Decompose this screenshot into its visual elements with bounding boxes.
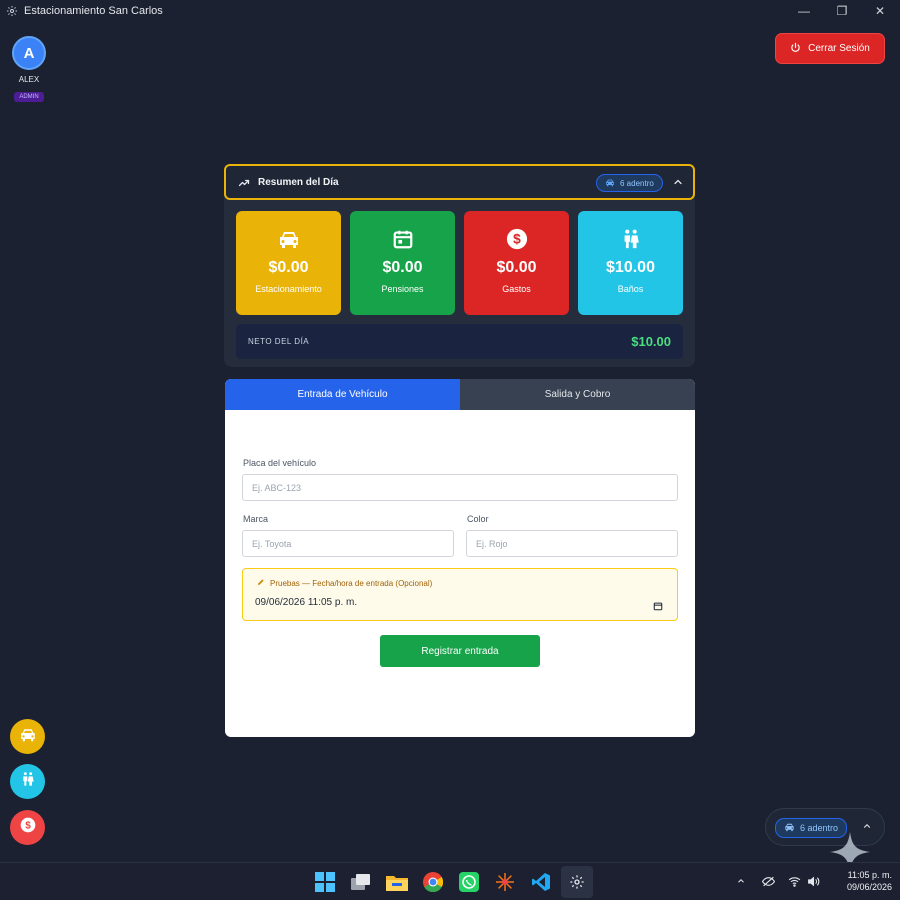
current-app-icon[interactable]: [566, 871, 588, 893]
close-button[interactable]: ✕: [862, 0, 898, 22]
task-view-icon[interactable]: [350, 871, 372, 893]
clock-time: 11:05 p. m.: [847, 870, 892, 880]
restroom-icon: [619, 227, 643, 251]
car-icon: [19, 727, 37, 747]
net-value: $10.00: [631, 334, 671, 349]
card-pensions[interactable]: $0.00 Pensiones: [350, 211, 455, 315]
wifi-icon[interactable]: [788, 876, 801, 890]
card-label: Estacionamiento: [255, 284, 322, 294]
card-label: Pensiones: [381, 284, 424, 294]
net-label: NETO DEL DÍA: [248, 337, 310, 346]
color-label: Color: [467, 514, 489, 524]
test-datetime-label: Pruebas — Fecha/hora de entrada (Opciona…: [270, 578, 433, 588]
clock-date: 09/06/2026: [846, 882, 892, 892]
tab-exit-and-charge[interactable]: Salida y Cobro: [460, 379, 695, 410]
brand-input[interactable]: [242, 530, 454, 557]
hidden-eye-icon[interactable]: [761, 876, 776, 890]
avatar[interactable]: A: [12, 36, 46, 70]
logout-button[interactable]: Cerrar Sesión: [776, 34, 884, 63]
pencil-icon: [257, 578, 265, 588]
summary-title: Resumen del Día: [258, 176, 339, 188]
burst-app-icon[interactable]: [494, 871, 516, 893]
file-explorer-icon[interactable]: [386, 871, 408, 893]
svg-text:$: $: [25, 820, 31, 831]
car-icon: [784, 822, 795, 834]
calendar-icon: [391, 227, 415, 251]
car-icon: [605, 178, 615, 189]
vehicle-form-panel: Entrada de Vehículo Salida y Cobro Placa…: [225, 379, 695, 737]
window-title: Estacionamiento San Carlos: [24, 5, 163, 17]
car-icon: [277, 227, 301, 251]
daily-summary-panel: Resumen del Día 6 adentro $0.00 Estacion…: [224, 164, 695, 367]
inside-count-badge: 6 adentro: [596, 174, 663, 192]
windows-start-icon[interactable]: [314, 871, 336, 893]
quick-restroom-button[interactable]: [10, 764, 45, 799]
trend-up-icon: [238, 176, 250, 188]
quick-expense-button[interactable]: $: [10, 810, 45, 845]
plate-label: Placa del vehículo: [243, 458, 317, 468]
inside-count-label: 6 adentro: [620, 178, 654, 188]
card-amount: $0.00: [268, 259, 309, 276]
summary-header[interactable]: Resumen del Día 6 adentro: [224, 164, 695, 200]
minimize-button[interactable]: —: [786, 0, 822, 22]
taskbar: 11:05 p. m. 09/06/2026: [0, 862, 900, 900]
power-icon: [790, 42, 801, 56]
restroom-icon: [20, 771, 36, 792]
svg-text:$: $: [513, 232, 521, 247]
tab-vehicle-entry[interactable]: Entrada de Vehículo: [225, 379, 460, 410]
whatsapp-icon[interactable]: [458, 871, 480, 893]
test-datetime-label-row: Pruebas — Fecha/hora de entrada (Opciona…: [257, 578, 432, 588]
brand-label: Marca: [243, 514, 269, 524]
test-datetime-input[interactable]: 09/06/2026 11:05 p. m.: [255, 597, 357, 608]
role-badge: ADMIN: [14, 92, 44, 102]
user-name: ALEX: [18, 75, 40, 84]
dollar-icon: $: [505, 227, 529, 251]
card-expenses[interactable]: $ $0.00 Gastos: [464, 211, 569, 315]
quick-parking-button[interactable]: [10, 719, 45, 754]
card-amount: $0.00: [382, 259, 423, 276]
logout-label: Cerrar Sesión: [808, 43, 870, 54]
card-label: Gastos: [502, 284, 531, 294]
card-parking[interactable]: $0.00 Estacionamiento: [236, 211, 341, 315]
app-gear-icon: [6, 5, 18, 17]
volume-icon[interactable]: [807, 876, 820, 890]
form-tabs: Entrada de Vehículo Salida y Cobro: [225, 379, 695, 410]
vscode-icon[interactable]: [530, 871, 552, 893]
window-titlebar: Estacionamiento San Carlos — ❐ ✕: [0, 0, 900, 22]
chrome-icon[interactable]: [422, 871, 444, 893]
color-input[interactable]: [466, 530, 678, 557]
card-amount: $0.00: [496, 259, 537, 276]
calendar-picker-icon[interactable]: [653, 598, 663, 611]
test-datetime-box: Pruebas — Fecha/hora de entrada (Opciona…: [242, 568, 678, 621]
chevron-up-icon[interactable]: [672, 176, 684, 188]
taskbar-clock[interactable]: 11:05 p. m. 09/06/2026: [830, 869, 892, 893]
tray-chevron-up-icon[interactable]: [736, 876, 746, 889]
card-amount: $10.00: [606, 259, 655, 276]
net-total-row: NETO DEL DÍA $10.00: [236, 324, 683, 359]
register-entry-button[interactable]: Registrar entrada: [380, 635, 540, 667]
card-label: Baños: [617, 284, 644, 294]
restore-button[interactable]: ❐: [824, 0, 860, 22]
dollar-icon: $: [20, 817, 36, 838]
card-restrooms[interactable]: $10.00 Baños: [578, 211, 683, 315]
plate-input[interactable]: [242, 474, 678, 501]
